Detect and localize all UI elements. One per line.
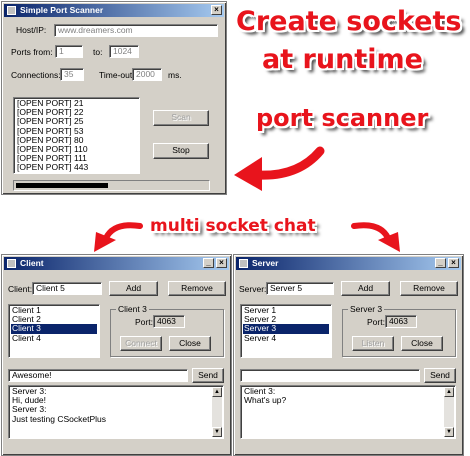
client-message-input[interactable]: Awesome! bbox=[8, 369, 188, 382]
chat-line: What's up? bbox=[244, 395, 287, 406]
host-input[interactable]: www.dreamers.com bbox=[54, 24, 218, 37]
scan-button[interactable]: Scan bbox=[153, 110, 209, 126]
client-chat-log[interactable]: Server 3: Hi, dude! Server 3: Just testi… bbox=[8, 385, 224, 439]
list-item[interactable]: Client 4 bbox=[11, 333, 97, 343]
app-icon bbox=[7, 259, 16, 268]
chat-line: Just testing CSocketPlus bbox=[12, 413, 107, 424]
scan-results-list[interactable]: [OPEN PORT] 21 [OPEN PORT] 22 [OPEN PORT… bbox=[13, 97, 140, 174]
client-window: Client _ × Client: Client 5 Add Remove C… bbox=[1, 254, 232, 456]
server-chat-log[interactable]: Client 3: What's up? ▲ ▼ bbox=[240, 385, 456, 439]
app-icon bbox=[239, 259, 248, 268]
server-port-label: Port: bbox=[367, 317, 385, 327]
port-scanner-window: Simple Port Scanner × Host/IP: www.dream… bbox=[1, 1, 227, 195]
promo-line-create-sockets: Create sockets bbox=[236, 6, 462, 37]
scroll-down-icon[interactable]: ▼ bbox=[212, 427, 222, 437]
client-port-input[interactable]: 4063 bbox=[153, 315, 185, 328]
server-window: Server _ × Server: Server 5 Add Remove S… bbox=[233, 254, 464, 456]
server-name-input[interactable]: Server 5 bbox=[266, 282, 334, 295]
list-item[interactable]: [OPEN PORT] 443 bbox=[16, 163, 137, 172]
server-list[interactable]: Server 1 Server 2 Server 3 Server 4 bbox=[240, 304, 332, 358]
add-client-button[interactable]: Add bbox=[109, 281, 158, 296]
host-label: Host/IP: bbox=[16, 25, 47, 35]
close-icon[interactable]: × bbox=[216, 258, 227, 268]
minimize-icon[interactable]: _ bbox=[203, 258, 214, 268]
close-icon[interactable]: × bbox=[211, 5, 222, 15]
connect-button[interactable]: Connect bbox=[120, 336, 162, 351]
timeout-input[interactable]: 2000 bbox=[132, 68, 162, 81]
close-icon[interactable]: × bbox=[448, 258, 459, 268]
stop-button[interactable]: Stop bbox=[153, 143, 209, 159]
listen-button[interactable]: Listen bbox=[352, 336, 394, 351]
client-group-title: Client 3 bbox=[116, 304, 149, 314]
server-close-button[interactable]: Close bbox=[401, 336, 443, 351]
ports-to-input[interactable]: 1024 bbox=[109, 45, 139, 58]
scroll-up-icon[interactable]: ▲ bbox=[212, 387, 222, 397]
connections-input[interactable]: 35 bbox=[60, 68, 84, 81]
ports-from-input[interactable]: 1 bbox=[55, 45, 83, 58]
client-port-label: Port: bbox=[135, 317, 153, 327]
client-name-input[interactable]: Client 5 bbox=[32, 282, 102, 295]
list-item[interactable]: Server 4 bbox=[243, 333, 329, 343]
scroll-up-icon[interactable]: ▲ bbox=[444, 387, 454, 397]
scroll-down-icon[interactable]: ▼ bbox=[444, 427, 454, 437]
scan-progress-bar bbox=[13, 180, 210, 191]
server-name-label: Server: bbox=[239, 284, 267, 294]
minimize-icon[interactable]: _ bbox=[435, 258, 446, 268]
promo-line-at-runtime: at runtime bbox=[262, 44, 423, 75]
client-connection-group: Client 3 Port: 4063 Connect Close bbox=[110, 304, 224, 357]
client-name-label: Client: bbox=[8, 284, 33, 294]
client-titlebar[interactable]: Client _ × bbox=[4, 257, 229, 270]
curved-arrow-icon bbox=[234, 146, 325, 191]
ports-to-label: to: bbox=[93, 47, 103, 57]
chat-scrollbar[interactable]: ▲ ▼ bbox=[212, 387, 222, 437]
scanner-titlebar[interactable]: Simple Port Scanner × bbox=[4, 4, 224, 17]
server-group-title: Server 3 bbox=[348, 304, 385, 314]
add-server-button[interactable]: Add bbox=[341, 281, 390, 296]
client-send-button[interactable]: Send bbox=[192, 368, 224, 383]
promo-line-port-scanner: port scanner bbox=[256, 104, 429, 132]
scanner-title: Simple Port Scanner bbox=[20, 5, 104, 15]
ports-from-label: Ports from: bbox=[11, 47, 53, 57]
server-port-input[interactable]: 4063 bbox=[385, 315, 417, 328]
remove-server-button[interactable]: Remove bbox=[400, 281, 458, 296]
client-list[interactable]: Client 1 Client 2 Client 3 Client 4 bbox=[8, 304, 100, 358]
chat-scrollbar[interactable]: ▲ ▼ bbox=[444, 387, 454, 437]
app-icon bbox=[7, 6, 16, 15]
server-message-input[interactable] bbox=[240, 369, 420, 382]
server-send-button[interactable]: Send bbox=[424, 368, 456, 383]
server-titlebar[interactable]: Server _ × bbox=[236, 257, 461, 270]
remove-client-button[interactable]: Remove bbox=[168, 281, 226, 296]
client-title: Client bbox=[20, 258, 44, 268]
promo-line-multi-socket-chat: multi socket chat bbox=[150, 216, 316, 236]
server-connection-group: Server 3 Port: 4063 Listen Close bbox=[342, 304, 456, 357]
timeout-label: Time-out: bbox=[99, 70, 135, 80]
connections-label: Connections: bbox=[11, 70, 61, 80]
timeout-unit: ms. bbox=[168, 70, 182, 80]
client-close-button[interactable]: Close bbox=[169, 336, 211, 351]
scan-progress-fill bbox=[16, 183, 108, 188]
server-title: Server bbox=[252, 258, 279, 268]
